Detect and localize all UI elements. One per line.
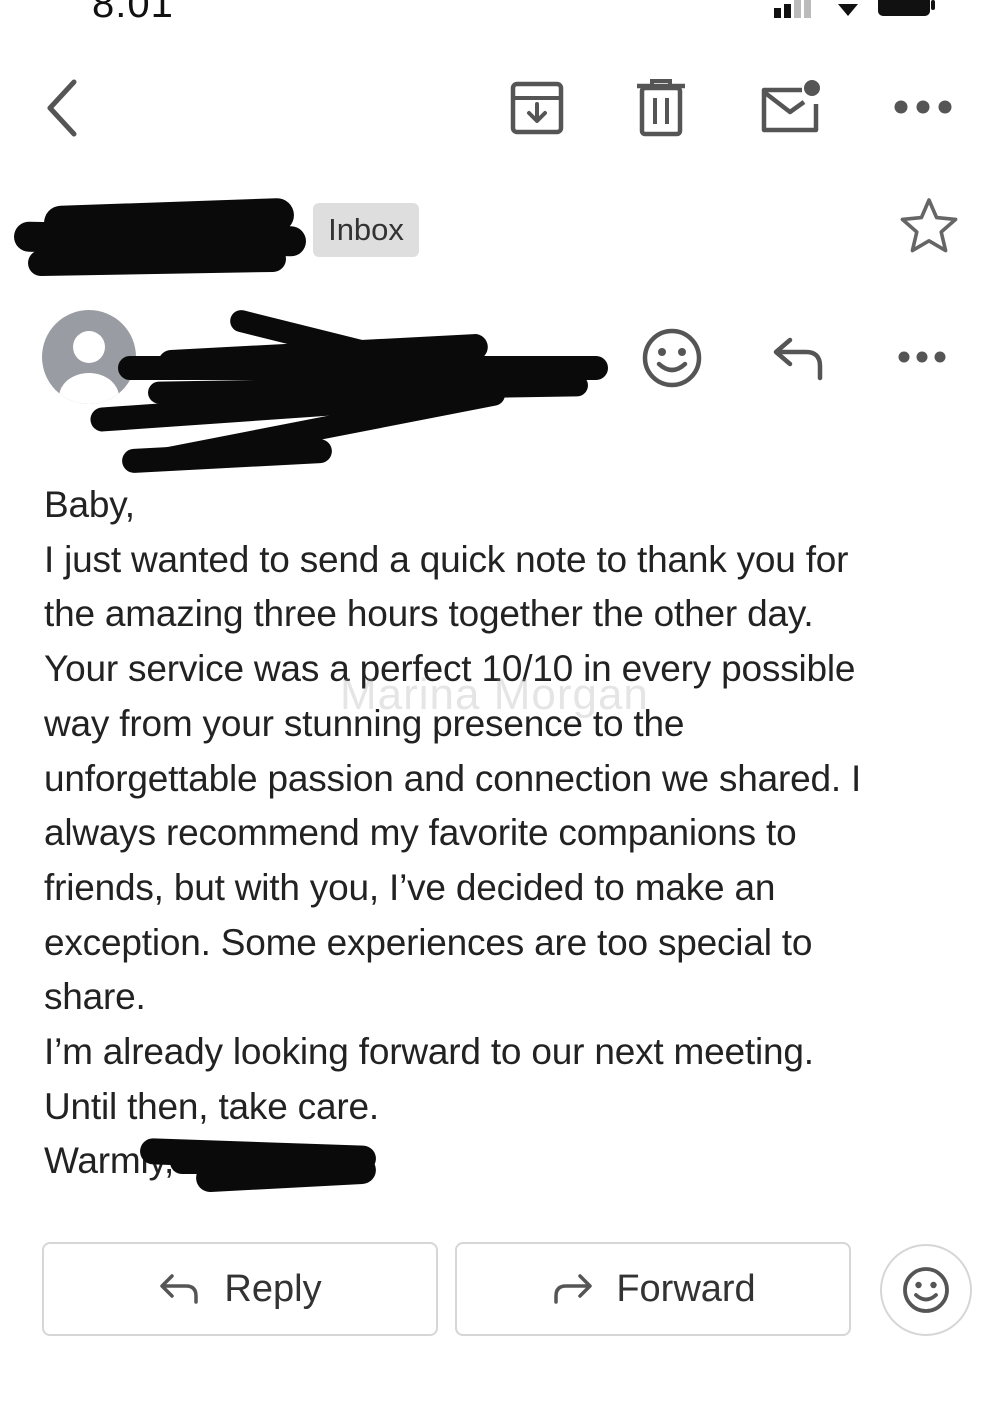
email-body: Baby, I just wanted to send a quick note… xyxy=(44,478,974,1189)
signature-redaction xyxy=(139,1136,384,1198)
emoji-react-button[interactable] xyxy=(880,1244,972,1336)
email-line: way from your stunning presence to the xyxy=(44,702,685,744)
more-horizontal-icon[interactable] xyxy=(896,348,948,366)
forward-button[interactable]: Forward xyxy=(455,1242,851,1336)
reply-icon[interactable] xyxy=(770,334,828,382)
inbox-label-badge[interactable]: Inbox xyxy=(313,203,419,257)
email-line: Your service was a perfect 10/10 in ever… xyxy=(44,648,856,690)
back-chevron-icon[interactable] xyxy=(38,76,88,140)
subject-redaction xyxy=(13,196,314,280)
emoji-react-icon xyxy=(903,1267,949,1313)
email-line: unforgettable passion and connection we … xyxy=(44,757,862,799)
emoji-react-icon[interactable] xyxy=(640,326,704,390)
email-line: Until then, take care. xyxy=(44,1085,379,1127)
archive-icon[interactable] xyxy=(508,80,566,136)
signal-icon xyxy=(774,0,811,18)
email-line: share. xyxy=(44,976,146,1018)
reply-icon xyxy=(160,1274,199,1304)
status-time: 8:01 xyxy=(92,0,174,26)
star-outline-icon[interactable] xyxy=(898,196,960,256)
forward-icon xyxy=(554,1274,593,1304)
forward-button-label: Forward xyxy=(616,1267,756,1310)
email-line: exception. Some experiences are too spec… xyxy=(44,921,813,963)
trash-icon[interactable] xyxy=(634,78,688,138)
wifi-icon xyxy=(838,4,858,16)
battery-icon xyxy=(878,0,935,16)
email-line: I just wanted to send a quick note to th… xyxy=(44,538,849,580)
email-line: friends, but with you, I’ve decided to m… xyxy=(44,866,776,908)
reply-button[interactable]: Reply xyxy=(42,1242,438,1336)
status-icons xyxy=(774,0,935,18)
email-line: I’m already looking forward to our next … xyxy=(44,1031,814,1073)
sender-redaction xyxy=(88,307,618,482)
email-line: the amazing three hours together the oth… xyxy=(44,593,814,635)
more-horizontal-icon[interactable] xyxy=(892,96,954,118)
reply-button-label: Reply xyxy=(224,1267,322,1310)
mark-unread-icon[interactable] xyxy=(758,78,824,136)
email-line: always recommend my favorite companions … xyxy=(44,812,797,854)
email-line: Baby, xyxy=(44,484,135,525)
